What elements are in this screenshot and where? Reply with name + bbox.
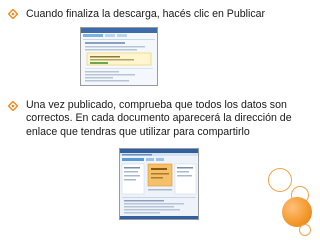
diamond-bullet-icon-shape	[7, 100, 19, 112]
screenshot-published-document-image	[120, 149, 198, 219]
diamond-bullet-icon	[7, 100, 19, 112]
decorative-orange-circle-icon	[282, 197, 312, 227]
diamond-bullet-icon	[7, 8, 19, 20]
screenshot-publish-page	[80, 27, 158, 86]
decorative-circle-outline-icon	[268, 168, 292, 192]
screenshot-published-document	[119, 148, 199, 220]
screenshot-publish-page-image	[81, 28, 157, 85]
bullet-text-check-data: Una vez publicado, comprueba que todos l…	[26, 99, 292, 138]
slide: Cuando finaliza la descarga, hacés clic …	[0, 0, 320, 240]
decorative-circle-outline-icon	[299, 224, 311, 236]
diamond-bullet-icon-shape	[7, 8, 19, 20]
bullet-text-publish: Cuando finaliza la descarga, hacés clic …	[26, 8, 266, 20]
